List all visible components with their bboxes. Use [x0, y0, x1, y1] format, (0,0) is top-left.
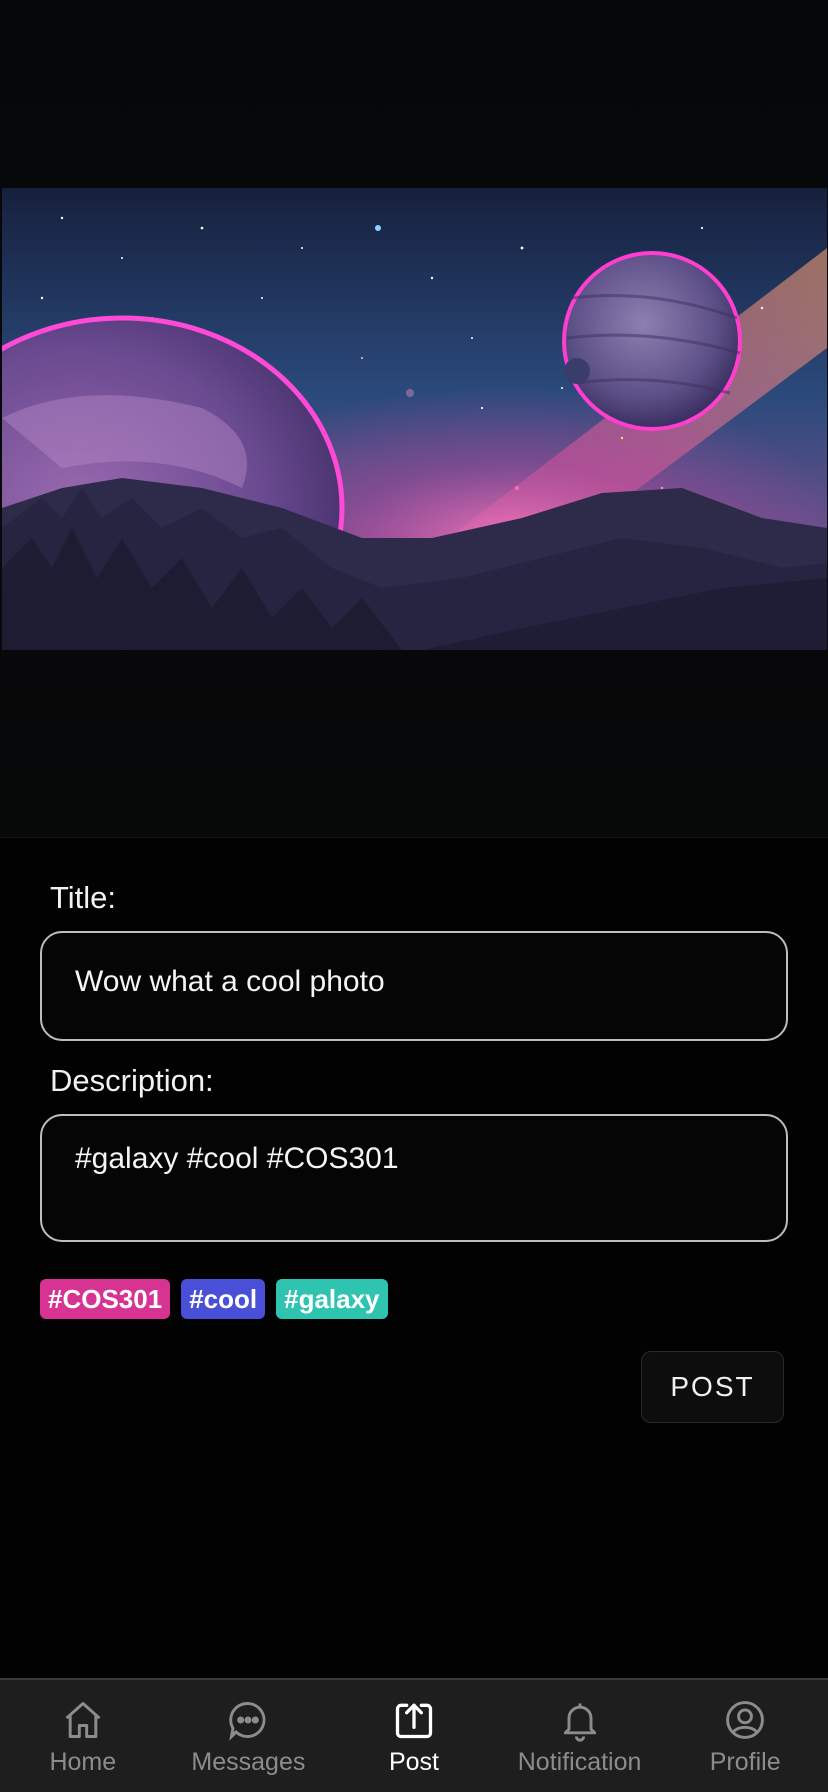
- nav-item-profile[interactable]: Profile: [662, 1680, 828, 1792]
- description-input[interactable]: #galaxy #cool #COS301: [40, 1114, 788, 1242]
- bottom-nav: Home Messages Post Notification Profile: [0, 1678, 828, 1792]
- nav-label: Home: [49, 1748, 117, 1776]
- title-label: Title:: [50, 880, 117, 915]
- nav-label: Notification: [517, 1748, 642, 1776]
- nav-label: Messages: [191, 1748, 306, 1776]
- nav-label: Post: [388, 1748, 439, 1776]
- nav-item-post[interactable]: Post: [331, 1680, 497, 1792]
- nav-item-messages[interactable]: Messages: [166, 1680, 332, 1792]
- nav-item-home[interactable]: Home: [0, 1680, 166, 1792]
- post-upload-icon: [395, 1703, 433, 1739]
- nav-item-notification[interactable]: Notification: [497, 1680, 663, 1792]
- post-button[interactable]: POST: [641, 1351, 784, 1423]
- bell-icon: [563, 1703, 596, 1742]
- tag-list: #COS301 #cool #galaxy: [40, 1279, 388, 1319]
- image-preview-area: [0, 0, 828, 838]
- messages-icon: [229, 1702, 266, 1741]
- nav-label: Profile: [709, 1748, 781, 1776]
- selected-photo[interactable]: [2, 188, 827, 650]
- tag-chip[interactable]: #cool: [181, 1279, 266, 1319]
- tag-chip[interactable]: #COS301: [40, 1279, 171, 1319]
- home-icon: [65, 1702, 101, 1738]
- galaxy-landscape-image: [2, 188, 827, 650]
- title-input[interactable]: Wow what a cool photo: [40, 931, 788, 1041]
- create-post-screen: Title: Wow what a cool photo Description…: [0, 0, 828, 1792]
- tag-chip[interactable]: #galaxy: [276, 1279, 388, 1319]
- profile-icon: [726, 1701, 765, 1739]
- description-label: Description:: [50, 1063, 214, 1098]
